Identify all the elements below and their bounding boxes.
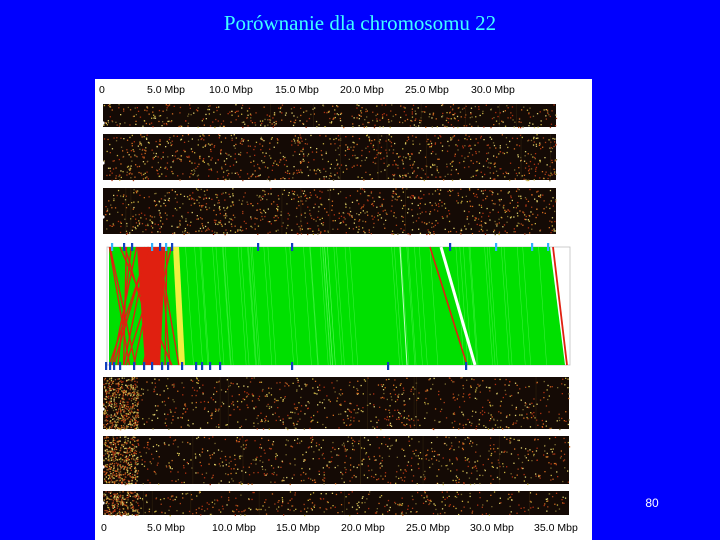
marker-tick xyxy=(387,362,390,370)
marker-tick xyxy=(171,243,174,251)
slide-title: Porównanie dla chromosomu 22 xyxy=(223,11,497,35)
marker-tick xyxy=(257,243,260,251)
bottom-axis-label: 35.0 Mbp xyxy=(534,522,578,534)
bottom-axis-label: 15.0 Mbp xyxy=(276,522,320,534)
marker-tick xyxy=(291,362,294,370)
bottom-axis-label: 0 xyxy=(101,522,107,534)
marker-tick xyxy=(219,362,222,370)
top-axis-label: 25.0 Mbp xyxy=(405,84,449,96)
top-axis-label: 30.0 Mbp xyxy=(471,84,515,96)
marker-tick xyxy=(449,243,452,251)
slide-number: 80 xyxy=(645,496,659,510)
bottom-axis-label: 10.0 Mbp xyxy=(212,522,256,534)
marker-tick xyxy=(123,243,126,251)
comparison-graphic xyxy=(101,104,571,517)
bottom-axis-label: 25.0 Mbp xyxy=(406,522,450,534)
marker-tick xyxy=(119,362,122,370)
marker-tick xyxy=(105,362,108,370)
bottom-axis-label: 20.0 Mbp xyxy=(341,522,385,534)
marker-tick xyxy=(113,362,116,370)
chromosome-comparison-figure: 0 5.0 Mbp 10.0 Mbp 15.0 Mbp 20.0 Mbp 25.… xyxy=(95,79,592,540)
row-marker xyxy=(101,215,105,219)
marker-tick xyxy=(209,362,212,370)
marker-tick xyxy=(131,243,134,251)
top-axis-label: 0 xyxy=(99,84,105,96)
marker-tick xyxy=(159,243,162,251)
genome-track xyxy=(103,377,570,431)
row-marker xyxy=(101,121,105,125)
genome-track xyxy=(103,491,569,517)
marker-tick xyxy=(531,243,534,251)
row-marker xyxy=(101,501,105,505)
row-marker xyxy=(101,465,105,469)
marker-tick xyxy=(201,362,204,370)
marker-tick xyxy=(547,243,550,251)
marker-tick xyxy=(109,362,112,370)
marker-tick xyxy=(181,362,184,370)
genome-track xyxy=(103,188,557,236)
bottom-tracks xyxy=(101,377,571,517)
marker-tick xyxy=(195,362,198,370)
marker-tick xyxy=(161,362,164,370)
marker-tick xyxy=(151,243,154,251)
genome-track xyxy=(103,436,571,486)
marker-tick xyxy=(111,243,114,251)
bottom-axis-label: 5.0 Mbp xyxy=(147,522,185,534)
marker-tick xyxy=(291,243,294,251)
marker-tick xyxy=(465,362,468,370)
marker-tick xyxy=(165,243,168,251)
row-marker xyxy=(101,407,105,411)
top-tracks xyxy=(101,104,558,236)
marker-tick xyxy=(143,362,146,370)
top-axis-label: 5.0 Mbp xyxy=(147,84,185,96)
marker-tick xyxy=(495,243,498,251)
genome-track xyxy=(103,134,558,182)
bottom-axis-label: 30.0 Mbp xyxy=(470,522,514,534)
marker-tick xyxy=(167,362,170,370)
genome-track xyxy=(103,104,558,129)
top-axis-label: 15.0 Mbp xyxy=(275,84,319,96)
row-marker xyxy=(101,161,105,165)
top-axis-label: 20.0 Mbp xyxy=(340,84,384,96)
marker-tick xyxy=(151,362,154,370)
top-axis-label: 10.0 Mbp xyxy=(209,84,253,96)
marker-tick xyxy=(133,362,136,370)
synteny-band xyxy=(105,243,571,370)
